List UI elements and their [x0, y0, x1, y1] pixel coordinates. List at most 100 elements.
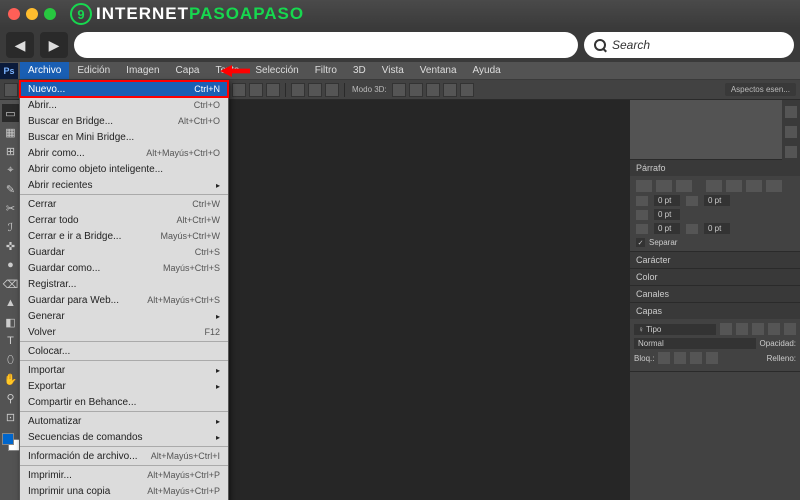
- menuitem-imprimir[interactable]: Imprimir...Alt+Mayús+Ctrl+P: [20, 467, 228, 483]
- minimize-window-button[interactable]: [26, 8, 38, 20]
- menuitem-abrir-como[interactable]: Abrir como...Alt+Mayús+Ctrl+O: [20, 145, 228, 161]
- collapsed-panel-icons[interactable]: [782, 100, 800, 160]
- menuitem-abrir[interactable]: Abrir...Ctrl+O: [20, 97, 228, 113]
- tab-color[interactable]: Color: [630, 269, 800, 285]
- tool-16[interactable]: ⊡: [2, 408, 20, 426]
- tool-1[interactable]: ▦: [2, 123, 20, 141]
- menuitem-buscar-en-bridge[interactable]: Buscar en Bridge...Alt+Ctrl+O: [20, 113, 228, 129]
- menuitem-volver[interactable]: VolverF12: [20, 324, 228, 340]
- tool-3[interactable]: ⌖: [2, 161, 20, 179]
- menuitem-cerrar-todo[interactable]: Cerrar todoAlt+Ctrl+W: [20, 212, 228, 228]
- menuitem-colocar[interactable]: Colocar...: [20, 343, 228, 359]
- tool-2[interactable]: ⊞: [2, 142, 20, 160]
- tool-8[interactable]: ●: [2, 256, 20, 274]
- menuitem-abrir-recientes[interactable]: Abrir recientes: [20, 177, 228, 193]
- filter-text-icon[interactable]: [752, 323, 764, 335]
- close-window-button[interactable]: [8, 8, 20, 20]
- tab-parrafo[interactable]: Párrafo: [630, 160, 800, 176]
- menuitem-importar[interactable]: Importar: [20, 362, 228, 378]
- filter-shape-icon[interactable]: [768, 323, 780, 335]
- forward-button[interactable]: ▶: [40, 32, 68, 58]
- tool-4[interactable]: ✎: [2, 180, 20, 198]
- menu-selección[interactable]: Selección: [247, 62, 306, 79]
- justify-left-icon[interactable]: [706, 180, 722, 192]
- menuitem-generar[interactable]: Generar: [20, 308, 228, 324]
- layer-kind-select[interactable]: ♀ Tipo: [634, 324, 716, 335]
- search-bar[interactable]: Search: [584, 32, 794, 58]
- menu-edición[interactable]: Edición: [69, 62, 118, 79]
- menuitem-compartir-en-behance[interactable]: Compartir en Behance...: [20, 394, 228, 410]
- menuitem-informaci-n-de-archivo[interactable]: Información de archivo...Alt+Mayús+Ctrl+…: [20, 448, 228, 464]
- tool-11[interactable]: ◧: [2, 313, 20, 331]
- tool-14[interactable]: ✋: [2, 370, 20, 388]
- url-bar[interactable]: [74, 32, 578, 58]
- menu-archivo[interactable]: Archivo: [20, 62, 69, 79]
- lock-trans-icon[interactable]: [658, 352, 670, 364]
- menuitem-imprimir-una-copia[interactable]: Imprimir una copiaAlt+Mayús+Ctrl+P: [20, 483, 228, 499]
- color-swatches[interactable]: [2, 433, 20, 451]
- tool-7[interactable]: ✜: [2, 237, 20, 255]
- tool-5[interactable]: ✂: [2, 199, 20, 217]
- tool-6[interactable]: ℐ: [2, 218, 20, 236]
- tool-12[interactable]: T: [2, 332, 20, 350]
- align-left-icon[interactable]: [636, 180, 652, 192]
- lock-pos-icon[interactable]: [690, 352, 702, 364]
- menu-filtro[interactable]: Filtro: [307, 62, 345, 79]
- hyphenate-checkbox[interactable]: ✓: [636, 238, 645, 247]
- menuitem-abrir-como-objeto-inteligente[interactable]: Abrir como objeto inteligente...: [20, 161, 228, 177]
- menuitem-guardar[interactable]: GuardarCtrl+S: [20, 244, 228, 260]
- menuitem-exportar[interactable]: Exportar: [20, 378, 228, 394]
- menuitem-cerrar-e-ir-a-bridge[interactable]: Cerrar e ir a Bridge...Mayús+Ctrl+W: [20, 228, 228, 244]
- lock-image-icon[interactable]: [674, 352, 686, 364]
- align-right-icon[interactable]: [676, 180, 692, 192]
- menu-imagen[interactable]: Imagen: [118, 62, 167, 79]
- menu-vista[interactable]: Vista: [374, 62, 412, 79]
- menuitem-automatizar[interactable]: Automatizar: [20, 413, 228, 429]
- menu-3d[interactable]: 3D: [345, 62, 374, 79]
- indent-value[interactable]: 0 pt: [704, 195, 730, 206]
- filter-image-icon[interactable]: [720, 323, 732, 335]
- tool-9[interactable]: ⌫: [2, 275, 20, 293]
- workspace-switcher[interactable]: Aspectos esen...: [725, 83, 796, 96]
- indent-value[interactable]: 0 pt: [704, 223, 730, 234]
- back-button[interactable]: ◀: [6, 32, 34, 58]
- tab-carácter[interactable]: Carácter: [630, 252, 800, 268]
- tool-0[interactable]: ▭: [2, 104, 20, 122]
- opt-icon[interactable]: [443, 83, 457, 97]
- blend-mode-select[interactable]: Normal: [634, 338, 756, 349]
- tool-13[interactable]: ⬯: [2, 351, 20, 369]
- menu-ventana[interactable]: Ventana: [412, 62, 465, 79]
- menuitem-secuencias-de-comandos[interactable]: Secuencias de comandos: [20, 429, 228, 445]
- justify-center-icon[interactable]: [726, 180, 742, 192]
- opt-icon[interactable]: [4, 83, 18, 97]
- tab-capas[interactable]: Capas: [630, 303, 800, 319]
- opt-icon[interactable]: [392, 83, 406, 97]
- tab-canales[interactable]: Canales: [630, 286, 800, 302]
- filter-smart-icon[interactable]: [784, 323, 796, 335]
- opt-icon[interactable]: [325, 83, 339, 97]
- opt-icon[interactable]: [460, 83, 474, 97]
- menu-capa[interactable]: Capa: [168, 62, 208, 79]
- indent-value[interactable]: 0 pt: [654, 223, 680, 234]
- menuitem-registrar[interactable]: Registrar...: [20, 276, 228, 292]
- menuitem-buscar-en-mini-bridge[interactable]: Buscar en Mini Bridge...: [20, 129, 228, 145]
- menuitem-nuevo[interactable]: Nuevo...Ctrl+N: [20, 81, 228, 97]
- opt-icon[interactable]: [266, 83, 280, 97]
- tool-15[interactable]: ⚲: [2, 389, 20, 407]
- menuitem-guardar-para-web[interactable]: Guardar para Web...Alt+Mayús+Ctrl+S: [20, 292, 228, 308]
- menuitem-cerrar[interactable]: CerrarCtrl+W: [20, 196, 228, 212]
- filter-adjust-icon[interactable]: [736, 323, 748, 335]
- justify-all-icon[interactable]: [766, 180, 782, 192]
- menu-ayuda[interactable]: Ayuda: [465, 62, 509, 79]
- indent-value[interactable]: 0 pt: [654, 209, 680, 220]
- opt-icon[interactable]: [426, 83, 440, 97]
- align-center-icon[interactable]: [656, 180, 672, 192]
- opt-icon[interactable]: [409, 83, 423, 97]
- justify-right-icon[interactable]: [746, 180, 762, 192]
- foreground-swatch[interactable]: [2, 433, 14, 445]
- opt-icon[interactable]: [291, 83, 305, 97]
- menuitem-guardar-como[interactable]: Guardar como...Mayús+Ctrl+S: [20, 260, 228, 276]
- opt-icon[interactable]: [249, 83, 263, 97]
- lock-all-icon[interactable]: [706, 352, 718, 364]
- tool-10[interactable]: ▲: [2, 294, 20, 312]
